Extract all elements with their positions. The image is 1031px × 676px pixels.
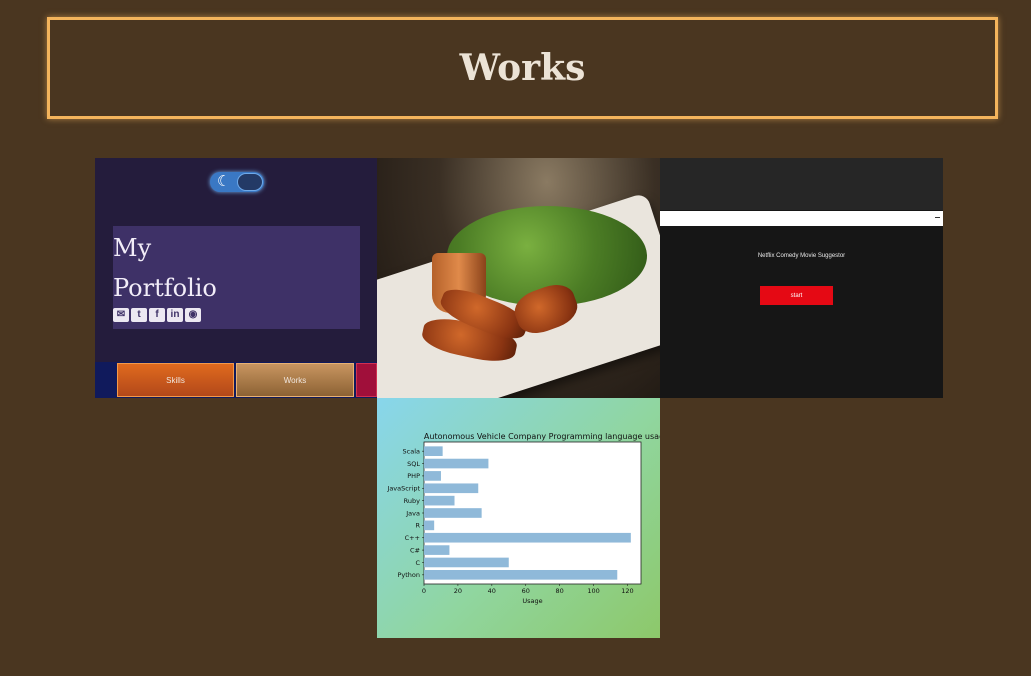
bar <box>424 520 435 531</box>
x-tick-label: 120 <box>621 587 633 595</box>
github-icon[interactable]: ◉ <box>185 308 201 322</box>
work-tile-food-photo[interactable] <box>377 158 660 398</box>
works-header: Works <box>47 17 998 119</box>
menu-bar <box>660 211 943 226</box>
x-tick-label: 40 <box>488 587 496 595</box>
x-tick-label: 100 <box>587 587 599 595</box>
bar-chart: Autonomous Vehicle Company Programming l… <box>386 432 660 605</box>
y-tick-label: Scala <box>403 447 420 455</box>
portfolio-title-line1: My <box>113 234 152 262</box>
y-tick-label: JavaScript <box>386 485 420 493</box>
y-tick-label: SQL <box>407 460 420 468</box>
y-tick-label: C++ <box>405 534 420 542</box>
mail-icon[interactable]: ✉ <box>113 308 129 322</box>
minimize-icon[interactable] <box>935 217 940 218</box>
linkedin-icon[interactable]: in <box>167 308 183 322</box>
portfolio-nav: Skills Works <box>95 362 377 398</box>
chart-title: Autonomous Vehicle Company Programming l… <box>424 432 660 441</box>
work-tile-chart[interactable]: Autonomous Vehicle Company Programming l… <box>377 398 660 638</box>
y-tick-label: PHP <box>407 472 420 480</box>
x-tick-label: 80 <box>555 587 563 595</box>
work-tile-netflix[interactable]: Netflix Comedy Movie Suggestor start <box>660 158 943 398</box>
x-axis-label: Usage <box>522 597 542 605</box>
start-button[interactable]: start <box>760 286 833 305</box>
work-tile-portfolio[interactable]: ☾ My Portfolio ✉ t f in ◉ Skills Works <box>95 158 377 398</box>
bar <box>424 483 479 494</box>
bar <box>424 446 443 457</box>
y-tick-label: R <box>415 522 420 530</box>
theme-toggle[interactable]: ☾ <box>210 172 264 192</box>
x-tick-label: 20 <box>454 587 462 595</box>
bar <box>424 471 441 481</box>
page-title: Works <box>459 47 586 89</box>
bar <box>424 545 450 555</box>
works-button[interactable]: Works <box>236 363 354 397</box>
bar <box>424 569 618 580</box>
portfolio-title: My Portfolio <box>113 228 217 308</box>
app-title: Netflix Comedy Movie Suggestor <box>757 253 846 259</box>
skills-button[interactable]: Skills <box>117 363 234 397</box>
x-tick-label: 0 <box>422 587 426 595</box>
portfolio-card: My Portfolio ✉ t f in ◉ <box>113 226 360 329</box>
y-tick-label: C# <box>410 546 420 554</box>
y-tick-label: Java <box>405 509 420 517</box>
nav-extra-button[interactable] <box>356 363 377 397</box>
bar <box>424 508 482 518</box>
window-titlebar <box>660 158 943 210</box>
x-tick-label: 60 <box>522 587 530 595</box>
y-tick-label: Ruby <box>404 497 420 505</box>
bar <box>424 495 455 506</box>
twitter-icon[interactable]: t <box>131 308 147 322</box>
facebook-icon[interactable]: f <box>149 308 165 322</box>
y-tick-label: C <box>415 559 420 567</box>
social-icons: ✉ t f in ◉ <box>113 308 201 322</box>
bar <box>424 458 489 469</box>
toggle-knob <box>237 173 263 191</box>
portfolio-title-line2: Portfolio <box>113 274 217 302</box>
moon-icon: ☾ <box>217 173 231 190</box>
y-tick-label: Python <box>397 571 420 579</box>
bar <box>424 532 631 543</box>
bar <box>424 557 509 568</box>
